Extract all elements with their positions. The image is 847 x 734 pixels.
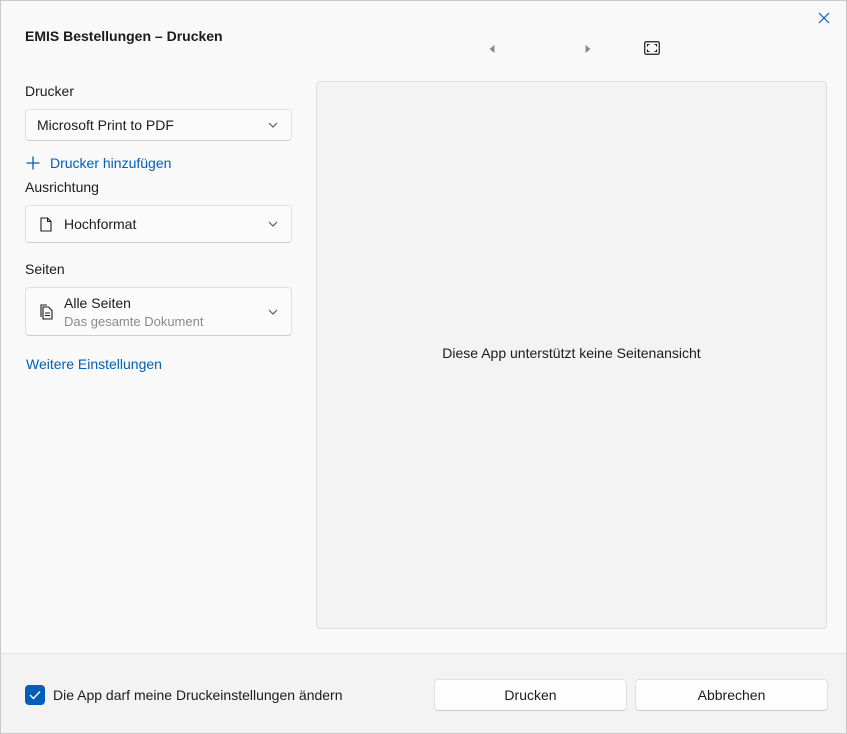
chevron-down-icon <box>267 119 279 131</box>
checkmark-icon <box>29 691 41 700</box>
printer-select-value: Microsoft Print to PDF <box>37 117 174 133</box>
orientation-select-value: Hochformat <box>64 216 137 232</box>
pages-icon <box>38 303 54 320</box>
close-icon <box>818 11 830 27</box>
printer-label: Drucker <box>25 83 75 99</box>
dialog-title: EMIS Bestellungen – Drucken <box>25 28 223 44</box>
add-printer-label: Drucker hinzufügen <box>50 155 172 171</box>
fit-to-window-button[interactable] <box>644 40 660 58</box>
printer-select[interactable]: Microsoft Print to PDF <box>25 109 292 141</box>
plus-icon <box>25 155 41 171</box>
preview-message: Diese App unterstützt keine Seitenansich… <box>442 345 701 361</box>
print-preview-pane: Diese App unterstützt keine Seitenansich… <box>316 81 827 629</box>
dialog-footer: Die App darf meine Druckeinstellungen än… <box>1 653 846 733</box>
close-button[interactable] <box>812 7 836 31</box>
pages-select-value: Alle Seiten <box>64 294 131 311</box>
caret-left-icon <box>488 41 496 57</box>
more-settings-link[interactable]: Weitere Einstellungen <box>26 356 162 372</box>
pages-select-subtext: Das gesamte Dokument <box>64 313 204 329</box>
pages-select[interactable]: Alle Seiten Das gesamte Dokument <box>25 287 292 336</box>
previous-page-button[interactable] <box>484 41 500 57</box>
allow-app-settings-label: Die App darf meine Druckeinstellungen än… <box>53 687 343 703</box>
orientation-select[interactable]: Hochformat <box>25 205 292 243</box>
next-page-button[interactable] <box>580 41 596 57</box>
print-dialog: EMIS Bestellungen – Drucken Drucker Micr… <box>0 0 847 734</box>
chevron-down-icon <box>267 306 279 318</box>
fit-to-window-icon <box>644 40 660 58</box>
orientation-label: Ausrichtung <box>25 179 99 195</box>
add-printer-link[interactable]: Drucker hinzufügen <box>25 155 171 171</box>
allow-app-settings-checkbox-row[interactable]: Die App darf meine Druckeinstellungen än… <box>25 685 343 705</box>
allow-app-settings-checkbox[interactable] <box>25 685 45 705</box>
chevron-down-icon <box>267 218 279 230</box>
pages-label: Seiten <box>25 261 65 277</box>
print-button[interactable]: Drucken <box>434 679 627 711</box>
page-icon <box>38 216 54 232</box>
caret-right-icon <box>584 41 592 57</box>
cancel-button[interactable]: Abbrechen <box>635 679 828 711</box>
pages-select-text: Alle Seiten Das gesamte Dokument <box>64 295 203 329</box>
